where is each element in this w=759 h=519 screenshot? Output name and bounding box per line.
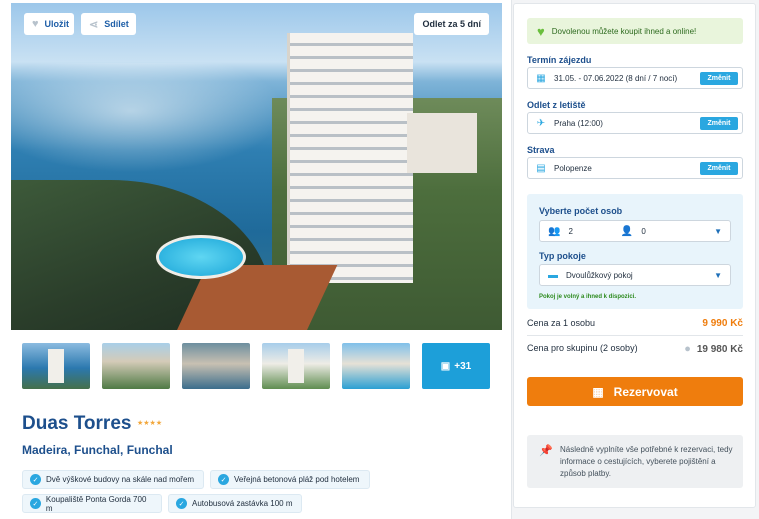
persons-select[interactable]: 👥 2 👤 0 ▼ xyxy=(539,220,731,242)
heart-icon: ♥ xyxy=(32,18,39,30)
room-label: Typ pokoje xyxy=(539,251,586,261)
persons-label: Vyberte počet osob xyxy=(539,206,623,216)
feature-tag: ✓ Veřejná betonová pláž pod hotelem xyxy=(210,470,370,489)
online-purchase-notice: ♥ Dovolenou můžete koupit ihned a online… xyxy=(527,18,743,44)
term-label: Termín zájezdu xyxy=(527,55,592,65)
change-board-button[interactable]: Změnit xyxy=(700,162,738,175)
price-group: 19 980 Kč xyxy=(696,343,743,355)
booking-card: ♥ Dovolenou můžete koupit ihned a online… xyxy=(513,3,756,508)
hotel-main-photo[interactable]: ♥ Uložit ⋖ Sdílet Odlet za 5 dní xyxy=(11,3,502,330)
chevron-down-icon: ▼ xyxy=(714,271,722,280)
board-label: Strava xyxy=(527,145,555,155)
feature-tag: ✓ Dvě výškové budovy na skále nad mořem xyxy=(22,470,204,489)
gallery-icon: ▣ xyxy=(440,360,451,372)
plane-icon: ✈ xyxy=(536,117,546,129)
price-per-person-row: Cena za 1 osobu 9 990 Kč xyxy=(527,318,743,329)
save-label: Uložit xyxy=(44,19,70,29)
heart-icon: ♥ xyxy=(537,23,545,39)
divider xyxy=(527,335,743,336)
photo-building xyxy=(407,113,477,173)
change-term-button[interactable]: Změnit xyxy=(700,72,738,85)
check-icon: ✓ xyxy=(176,498,187,509)
adult-icon: 👥 xyxy=(548,225,561,237)
children-count: 0 xyxy=(641,226,646,236)
airport-label: Odlet z letiště xyxy=(527,100,586,110)
room-value: Dvoulůžkový pokoj xyxy=(566,270,633,280)
pin-icon: 📌 xyxy=(539,445,553,457)
thumbnail-3[interactable] xyxy=(182,343,250,389)
photo-thumbnails: ▣ +31 xyxy=(22,343,492,389)
thumbnail-1[interactable] xyxy=(22,343,90,389)
child-icon: 👤 xyxy=(620,225,634,237)
hotel-stars: ★★★★ xyxy=(137,420,163,427)
calendar-icon: ▦ xyxy=(592,384,604,399)
more-photos-count: +31 xyxy=(454,360,472,372)
check-icon: ✓ xyxy=(218,474,229,485)
chevron-down-icon: ▼ xyxy=(714,227,722,236)
booking-hint: 📌 Následně vyplníte vše potřebné k rezer… xyxy=(527,435,743,488)
thumbnail-2[interactable] xyxy=(102,343,170,389)
board-field[interactable]: ▤ Polopenze Změnit xyxy=(527,157,743,179)
more-photos-button[interactable]: ▣ +31 xyxy=(422,343,490,389)
price-per-person: 9 990 Kč xyxy=(702,318,743,329)
bed-icon: ▬ xyxy=(548,269,558,281)
food-icon: ▤ xyxy=(536,162,546,174)
hotel-location: Madeira, Funchal, Funchal xyxy=(22,443,173,457)
book-button[interactable]: ▦ Rezervovat xyxy=(527,377,743,406)
feature-tag: ✓ Autobusová zastávka 100 m xyxy=(168,494,302,513)
share-button[interactable]: ⋖ Sdílet xyxy=(81,13,136,35)
departure-badge: Odlet za 5 dní xyxy=(414,13,489,35)
check-icon: ✓ xyxy=(30,474,41,485)
booking-sidebar: ♥ Dovolenou můžete koupit ihned a online… xyxy=(513,0,759,519)
save-button[interactable]: ♥ Uložit xyxy=(24,13,74,35)
share-icon: ⋖ xyxy=(89,18,99,31)
info-icon[interactable]: ● xyxy=(684,343,691,355)
hotel-name: Duas Torres xyxy=(22,413,132,434)
room-select[interactable]: ▬ Dvoulůžkový pokoj ▼ xyxy=(539,264,731,286)
share-label: Sdílet xyxy=(104,19,129,29)
photo-pool xyxy=(156,235,246,279)
thumbnail-5[interactable] xyxy=(342,343,410,389)
check-icon: ✓ xyxy=(30,498,41,509)
adults-count: 2 xyxy=(568,226,573,236)
photo-sea xyxy=(11,63,311,183)
feature-tag: ✓ Koupaliště Ponta Gorda 700 m xyxy=(22,494,162,513)
change-airport-button[interactable]: Změnit xyxy=(700,117,738,130)
hotel-detail-panel: ♥ Uložit ⋖ Sdílet Odlet za 5 dní ▣ +31 D… xyxy=(0,0,512,519)
photo-tower xyxy=(287,33,413,283)
calendar-icon: ▦ xyxy=(536,72,546,84)
availability-text: Pokoj je volný a ihned k dispozici. xyxy=(539,294,637,300)
term-field[interactable]: ▦ 31.05. - 07.06.2022 (8 dní / 7 nocí) Z… xyxy=(527,67,743,89)
persons-panel: Vyberte počet osob 👥 2 👤 0 ▼ Typ pokoje … xyxy=(527,194,743,309)
price-group-row: Cena pro skupinu (2 osoby) ● 19 980 Kč xyxy=(527,343,743,355)
airport-field[interactable]: ✈ Praha (12:00) Změnit xyxy=(527,112,743,134)
thumbnail-4[interactable] xyxy=(262,343,330,389)
